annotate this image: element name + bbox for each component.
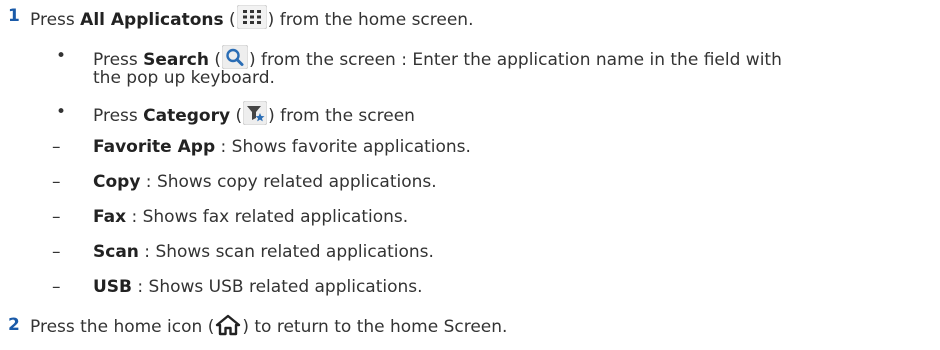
bullet-mark: • [56,102,67,122]
bullet-category-suffix: ) from the screen [268,106,415,126]
category-name: Scan [93,242,139,262]
step-2-prefix: Press the home icon ( [30,317,215,337]
category-name: Fax [93,207,127,227]
category-name: Favorite App [93,137,216,157]
step-1-suffix: ) from the home screen. [267,10,474,30]
home-icon [215,314,241,342]
category-description: : Shows fax related applications. [126,207,409,227]
instruction-page: 1 Press All Applicatons ( ) from the home… [0,0,940,350]
category-name: Copy [93,172,141,192]
category-description: : Shows scan related applications. [138,242,434,262]
category-description: : Shows copy related applications. [140,172,437,192]
step-number: 1 [8,6,20,26]
step-number: 2 [8,315,20,335]
bullet-search-suffix: ) from the screen : Enter the applicatio… [249,50,782,70]
dash-mark: – [52,172,61,192]
category-item-text: Copy : Shows copy related applications. [93,171,437,193]
dash-mark: – [52,277,61,297]
category-filter-icon [242,100,268,131]
category-item-text: Favorite App : Shows favorite applicatio… [93,136,471,158]
category-description: : Shows USB related applications. [132,277,423,297]
step-2-text: Press the home icon ( ) to return to the … [30,314,507,342]
dash-mark: – [52,242,61,262]
category-item-text: Fax : Shows fax related applications. [93,206,408,228]
bullet-search-continuation: the pop up keyboard. [93,68,275,88]
bullet-category-text: Press Category ( ) from the screen [93,100,415,131]
category-name: USB [93,277,133,297]
category-label: Category [143,106,231,126]
bullet-category-paren: ( [230,106,243,126]
bullet-category-prefix: Press [93,106,144,126]
step-1-text: Press All Applicatons ( ) from the home s… [30,4,474,35]
dash-mark: – [52,207,61,227]
all-applications-label: All Applicatons [80,10,224,30]
category-item-text: Scan : Shows scan related applications. [93,241,434,263]
bullet-mark: • [56,46,67,66]
grid-icon [236,4,268,35]
category-description: : Shows favorite applications. [215,137,471,157]
step-1-paren: ( [223,10,236,30]
category-item-text: USB : Shows USB related applications. [93,276,423,298]
dash-mark: – [52,137,61,157]
step-2-suffix: ) to return to the home Screen. [242,317,508,337]
step-1-prefix: Press [30,10,81,30]
